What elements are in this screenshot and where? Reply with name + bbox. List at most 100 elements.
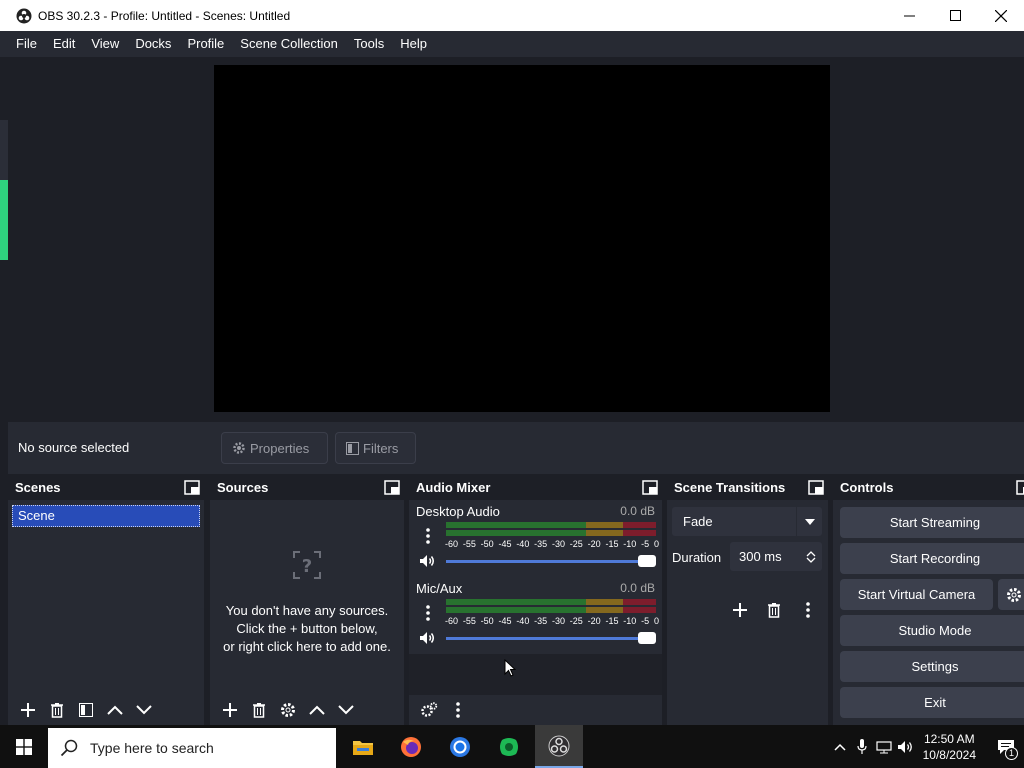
start-recording-button[interactable]: Start Recording bbox=[840, 543, 1024, 574]
filter-icon bbox=[78, 703, 93, 717]
spin-up-icon[interactable] bbox=[806, 550, 816, 557]
duration-input[interactable]: 300 ms bbox=[730, 542, 822, 571]
menu-profile[interactable]: Profile bbox=[179, 31, 232, 57]
menu-scene-collection[interactable]: Scene Collection bbox=[232, 31, 346, 57]
menu-docks[interactable]: Docks bbox=[127, 31, 179, 57]
scenes-list[interactable]: Scene bbox=[8, 500, 204, 725]
tick-label: -60 bbox=[445, 539, 459, 549]
remove-scene-button[interactable] bbox=[42, 696, 71, 724]
sources-list[interactable]: ? You don't have any sources. Click the … bbox=[210, 500, 404, 725]
tick-label: -55 bbox=[462, 539, 476, 549]
exit-button[interactable]: Exit bbox=[840, 687, 1024, 718]
scenes-toolbar bbox=[8, 695, 204, 725]
empty-sources-line-2: Click the + button below, bbox=[236, 621, 378, 636]
add-transition-button[interactable] bbox=[725, 596, 754, 624]
network-tray-button[interactable] bbox=[873, 725, 895, 768]
menu-view[interactable]: View bbox=[83, 31, 127, 57]
close-button[interactable] bbox=[978, 0, 1024, 31]
move-source-down-button[interactable] bbox=[331, 696, 360, 724]
slider-handle[interactable] bbox=[638, 555, 656, 567]
taskbar-file-explorer[interactable] bbox=[339, 725, 387, 768]
scenes-dock: Scenes Scene bbox=[8, 475, 204, 725]
minimize-button[interactable] bbox=[886, 0, 932, 31]
move-scene-down-button[interactable] bbox=[129, 696, 158, 724]
add-scene-button[interactable] bbox=[13, 696, 42, 724]
scene-filters-button[interactable] bbox=[71, 696, 100, 724]
taskbar-clock[interactable]: 12:50 AM 10/8/2024 bbox=[923, 731, 976, 763]
dropdown-arrow-icon bbox=[804, 518, 815, 525]
channel-level: 0.0 dB bbox=[620, 504, 655, 518]
volume-slider[interactable] bbox=[446, 555, 656, 567]
program-preview[interactable] bbox=[214, 65, 830, 412]
mute-button[interactable] bbox=[417, 551, 439, 571]
start-virtual-camera-button[interactable]: Start Virtual Camera bbox=[840, 579, 993, 610]
properties-button[interactable]: Properties bbox=[221, 432, 328, 464]
menu-file[interactable]: File bbox=[8, 31, 45, 57]
notifications-button[interactable]: 1 bbox=[988, 725, 1024, 768]
scene-transitions-header: Scene Transitions bbox=[667, 475, 828, 500]
add-source-button[interactable] bbox=[215, 696, 244, 724]
spin-down-icon[interactable] bbox=[806, 557, 816, 564]
maximize-button[interactable] bbox=[932, 0, 978, 31]
tick-label: -35 bbox=[534, 539, 548, 549]
tick-label: -50 bbox=[480, 539, 494, 549]
taskbar-obs[interactable] bbox=[535, 725, 583, 768]
chevron-down-icon bbox=[337, 705, 354, 715]
tick-label: -30 bbox=[551, 616, 565, 626]
taskbar-chrome[interactable] bbox=[436, 725, 484, 768]
remove-source-button[interactable] bbox=[244, 696, 273, 724]
filter-icon bbox=[346, 441, 359, 455]
channel-menu-button[interactable] bbox=[421, 524, 435, 548]
mixer-menu-button[interactable] bbox=[443, 696, 472, 724]
tick-label: -20 bbox=[587, 616, 601, 626]
mixer-toolbar bbox=[409, 695, 662, 725]
chevron-up-icon bbox=[834, 743, 846, 751]
tick-label: -35 bbox=[534, 616, 548, 626]
transition-menu-button[interactable] bbox=[793, 596, 822, 624]
scene-list-item[interactable]: Scene bbox=[12, 505, 200, 527]
undock-icon[interactable] bbox=[1016, 480, 1024, 495]
filters-button[interactable]: Filters bbox=[335, 432, 416, 464]
undock-icon[interactable] bbox=[184, 480, 200, 495]
source-properties-button[interactable] bbox=[273, 696, 302, 724]
gear-icon bbox=[280, 703, 295, 717]
move-source-up-button[interactable] bbox=[302, 696, 331, 724]
start-streaming-button[interactable]: Start Streaming bbox=[840, 507, 1024, 538]
mute-button[interactable] bbox=[417, 628, 439, 648]
audio-mixer-header: Audio Mixer bbox=[409, 475, 662, 500]
taskbar-search-box[interactable]: Type here to search bbox=[48, 728, 336, 768]
speaker-icon bbox=[420, 555, 434, 567]
mouse-cursor-icon bbox=[504, 659, 516, 677]
microphone-tray-button[interactable] bbox=[851, 725, 873, 768]
undock-icon[interactable] bbox=[384, 480, 400, 495]
audio-mixer-title: Audio Mixer bbox=[416, 480, 491, 495]
taskbar-firefox[interactable] bbox=[387, 725, 435, 768]
undock-icon[interactable] bbox=[808, 480, 824, 495]
transition-select[interactable]: Fade bbox=[672, 507, 822, 536]
search-placeholder: Type here to search bbox=[90, 740, 214, 756]
slider-handle[interactable] bbox=[638, 632, 656, 644]
undock-icon[interactable] bbox=[642, 480, 658, 495]
kebab-menu-icon bbox=[805, 602, 810, 618]
studio-mode-button[interactable]: Studio Mode bbox=[840, 615, 1024, 646]
advanced-audio-properties-button[interactable] bbox=[414, 696, 443, 724]
menu-help[interactable]: Help bbox=[392, 31, 435, 57]
gear-icon bbox=[233, 442, 245, 454]
empty-sources-line-1: You don't have any sources. bbox=[225, 603, 389, 618]
channel-name: Desktop Audio bbox=[416, 504, 500, 519]
menu-edit[interactable]: Edit bbox=[45, 31, 83, 57]
menu-tools[interactable]: Tools bbox=[346, 31, 392, 57]
settings-button[interactable]: Settings bbox=[840, 651, 1024, 682]
remove-transition-button[interactable] bbox=[759, 596, 788, 624]
audio-mixer-dock: Audio Mixer Desktop Audio 0.0 dB -60 -55-… bbox=[409, 475, 662, 725]
sources-toolbar bbox=[210, 695, 404, 725]
virtual-camera-settings-button[interactable] bbox=[998, 579, 1024, 610]
start-button[interactable] bbox=[0, 725, 48, 768]
channel-menu-button[interactable] bbox=[421, 601, 435, 625]
taskbar-green-app[interactable] bbox=[485, 725, 533, 768]
volume-tray-button[interactable] bbox=[895, 725, 917, 768]
scene-transitions-dock: Scene Transitions Fade Duration 300 ms bbox=[667, 475, 828, 725]
show-hidden-icons-button[interactable] bbox=[829, 725, 851, 768]
volume-slider[interactable] bbox=[446, 632, 656, 644]
move-scene-up-button[interactable] bbox=[100, 696, 129, 724]
